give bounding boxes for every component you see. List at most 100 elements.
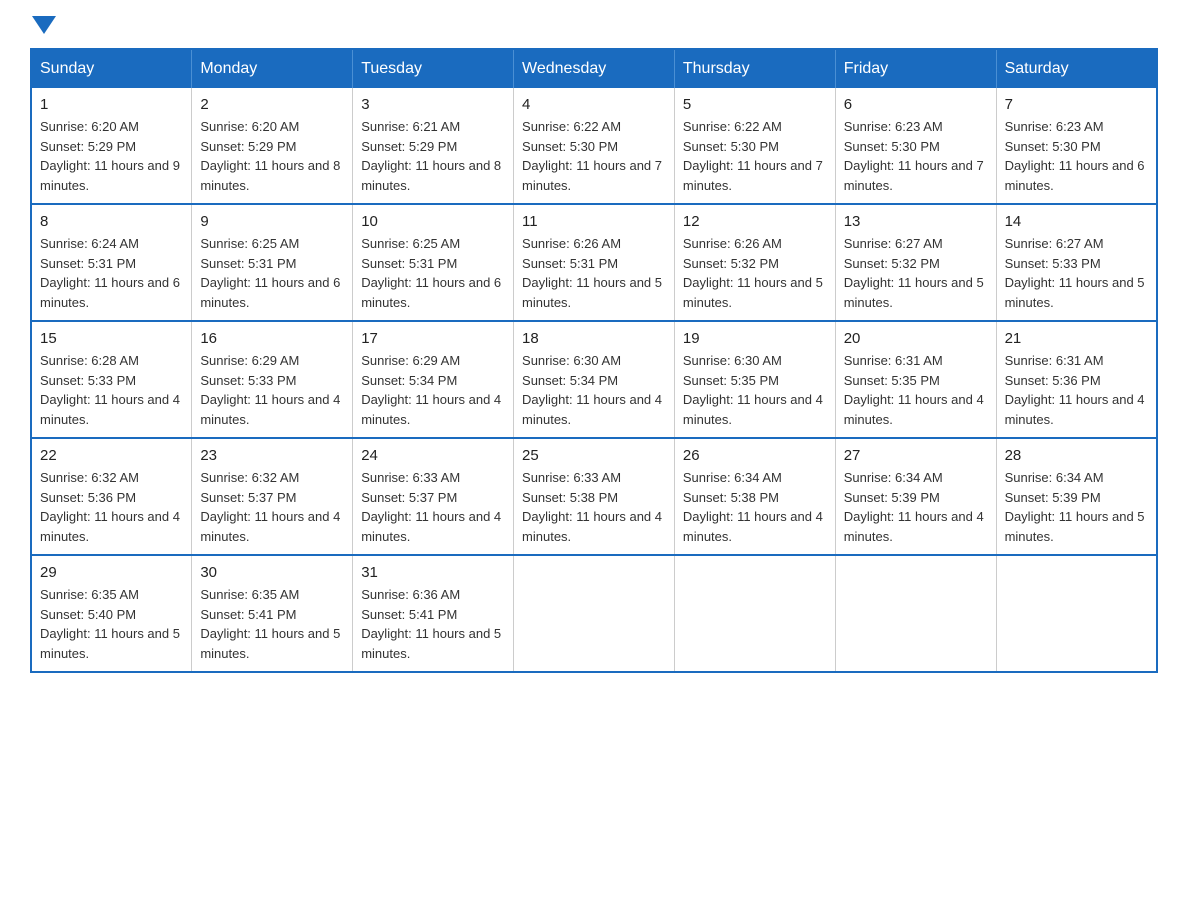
- day-number: 19: [683, 330, 827, 347]
- calendar-cell: 14 Sunrise: 6:27 AM Sunset: 5:33 PM Dayl…: [996, 204, 1157, 321]
- day-number: 12: [683, 213, 827, 230]
- day-info: Sunrise: 6:34 AM Sunset: 5:39 PM Dayligh…: [844, 468, 988, 546]
- calendar-cell: 6 Sunrise: 6:23 AM Sunset: 5:30 PM Dayli…: [835, 88, 996, 204]
- day-info: Sunrise: 6:26 AM Sunset: 5:31 PM Dayligh…: [522, 234, 666, 312]
- day-info: Sunrise: 6:33 AM Sunset: 5:37 PM Dayligh…: [361, 468, 505, 546]
- day-info: Sunrise: 6:30 AM Sunset: 5:34 PM Dayligh…: [522, 351, 666, 429]
- day-number: 16: [200, 330, 344, 347]
- weekday-header-thursday: Thursday: [674, 49, 835, 88]
- calendar-cell: 22 Sunrise: 6:32 AM Sunset: 5:36 PM Dayl…: [31, 438, 192, 555]
- day-info: Sunrise: 6:29 AM Sunset: 5:33 PM Dayligh…: [200, 351, 344, 429]
- calendar-cell: [835, 555, 996, 672]
- calendar-cell: 1 Sunrise: 6:20 AM Sunset: 5:29 PM Dayli…: [31, 88, 192, 204]
- day-info: Sunrise: 6:32 AM Sunset: 5:37 PM Dayligh…: [200, 468, 344, 546]
- calendar-cell: 19 Sunrise: 6:30 AM Sunset: 5:35 PM Dayl…: [674, 321, 835, 438]
- day-info: Sunrise: 6:22 AM Sunset: 5:30 PM Dayligh…: [522, 117, 666, 195]
- day-info: Sunrise: 6:27 AM Sunset: 5:32 PM Dayligh…: [844, 234, 988, 312]
- calendar-week-row: 8 Sunrise: 6:24 AM Sunset: 5:31 PM Dayli…: [31, 204, 1157, 321]
- weekday-header-saturday: Saturday: [996, 49, 1157, 88]
- calendar-cell: 24 Sunrise: 6:33 AM Sunset: 5:37 PM Dayl…: [353, 438, 514, 555]
- calendar-cell: 21 Sunrise: 6:31 AM Sunset: 5:36 PM Dayl…: [996, 321, 1157, 438]
- calendar-cell: 3 Sunrise: 6:21 AM Sunset: 5:29 PM Dayli…: [353, 88, 514, 204]
- calendar-cell: 15 Sunrise: 6:28 AM Sunset: 5:33 PM Dayl…: [31, 321, 192, 438]
- day-number: 31: [361, 564, 505, 581]
- day-number: 6: [844, 96, 988, 113]
- day-number: 10: [361, 213, 505, 230]
- calendar-cell: 4 Sunrise: 6:22 AM Sunset: 5:30 PM Dayli…: [514, 88, 675, 204]
- day-number: 13: [844, 213, 988, 230]
- day-number: 17: [361, 330, 505, 347]
- calendar-cell: [514, 555, 675, 672]
- day-number: 3: [361, 96, 505, 113]
- logo: [30, 20, 56, 28]
- day-info: Sunrise: 6:29 AM Sunset: 5:34 PM Dayligh…: [361, 351, 505, 429]
- day-info: Sunrise: 6:21 AM Sunset: 5:29 PM Dayligh…: [361, 117, 505, 195]
- day-number: 29: [40, 564, 183, 581]
- calendar-week-row: 1 Sunrise: 6:20 AM Sunset: 5:29 PM Dayli…: [31, 88, 1157, 204]
- day-number: 18: [522, 330, 666, 347]
- calendar-cell: 31 Sunrise: 6:36 AM Sunset: 5:41 PM Dayl…: [353, 555, 514, 672]
- day-info: Sunrise: 6:34 AM Sunset: 5:38 PM Dayligh…: [683, 468, 827, 546]
- day-number: 30: [200, 564, 344, 581]
- day-number: 5: [683, 96, 827, 113]
- day-info: Sunrise: 6:24 AM Sunset: 5:31 PM Dayligh…: [40, 234, 183, 312]
- day-info: Sunrise: 6:32 AM Sunset: 5:36 PM Dayligh…: [40, 468, 183, 546]
- day-number: 25: [522, 447, 666, 464]
- weekday-header-wednesday: Wednesday: [514, 49, 675, 88]
- calendar-cell: 9 Sunrise: 6:25 AM Sunset: 5:31 PM Dayli…: [192, 204, 353, 321]
- calendar-cell: 13 Sunrise: 6:27 AM Sunset: 5:32 PM Dayl…: [835, 204, 996, 321]
- calendar-cell: 29 Sunrise: 6:35 AM Sunset: 5:40 PM Dayl…: [31, 555, 192, 672]
- calendar-cell: 8 Sunrise: 6:24 AM Sunset: 5:31 PM Dayli…: [31, 204, 192, 321]
- calendar-cell: 12 Sunrise: 6:26 AM Sunset: 5:32 PM Dayl…: [674, 204, 835, 321]
- day-number: 24: [361, 447, 505, 464]
- day-info: Sunrise: 6:35 AM Sunset: 5:41 PM Dayligh…: [200, 585, 344, 663]
- calendar-week-row: 22 Sunrise: 6:32 AM Sunset: 5:36 PM Dayl…: [31, 438, 1157, 555]
- calendar-cell: 23 Sunrise: 6:32 AM Sunset: 5:37 PM Dayl…: [192, 438, 353, 555]
- calendar-cell: 16 Sunrise: 6:29 AM Sunset: 5:33 PM Dayl…: [192, 321, 353, 438]
- day-number: 14: [1005, 213, 1148, 230]
- day-number: 20: [844, 330, 988, 347]
- calendar-cell: 7 Sunrise: 6:23 AM Sunset: 5:30 PM Dayli…: [996, 88, 1157, 204]
- calendar-week-row: 29 Sunrise: 6:35 AM Sunset: 5:40 PM Dayl…: [31, 555, 1157, 672]
- day-info: Sunrise: 6:20 AM Sunset: 5:29 PM Dayligh…: [200, 117, 344, 195]
- day-info: Sunrise: 6:28 AM Sunset: 5:33 PM Dayligh…: [40, 351, 183, 429]
- day-info: Sunrise: 6:36 AM Sunset: 5:41 PM Dayligh…: [361, 585, 505, 663]
- calendar-cell: 20 Sunrise: 6:31 AM Sunset: 5:35 PM Dayl…: [835, 321, 996, 438]
- page-header: [30, 20, 1158, 28]
- day-number: 26: [683, 447, 827, 464]
- calendar-cell: 17 Sunrise: 6:29 AM Sunset: 5:34 PM Dayl…: [353, 321, 514, 438]
- calendar-cell: 5 Sunrise: 6:22 AM Sunset: 5:30 PM Dayli…: [674, 88, 835, 204]
- day-number: 11: [522, 213, 666, 230]
- day-info: Sunrise: 6:31 AM Sunset: 5:36 PM Dayligh…: [1005, 351, 1148, 429]
- day-number: 4: [522, 96, 666, 113]
- day-info: Sunrise: 6:27 AM Sunset: 5:33 PM Dayligh…: [1005, 234, 1148, 312]
- day-info: Sunrise: 6:33 AM Sunset: 5:38 PM Dayligh…: [522, 468, 666, 546]
- day-info: Sunrise: 6:31 AM Sunset: 5:35 PM Dayligh…: [844, 351, 988, 429]
- day-info: Sunrise: 6:20 AM Sunset: 5:29 PM Dayligh…: [40, 117, 183, 195]
- calendar-cell: 10 Sunrise: 6:25 AM Sunset: 5:31 PM Dayl…: [353, 204, 514, 321]
- calendar-header-row: SundayMondayTuesdayWednesdayThursdayFrid…: [31, 49, 1157, 88]
- day-number: 9: [200, 213, 344, 230]
- calendar-cell: 25 Sunrise: 6:33 AM Sunset: 5:38 PM Dayl…: [514, 438, 675, 555]
- calendar-cell: 27 Sunrise: 6:34 AM Sunset: 5:39 PM Dayl…: [835, 438, 996, 555]
- day-number: 2: [200, 96, 344, 113]
- calendar-cell: [674, 555, 835, 672]
- day-info: Sunrise: 6:30 AM Sunset: 5:35 PM Dayligh…: [683, 351, 827, 429]
- day-info: Sunrise: 6:35 AM Sunset: 5:40 PM Dayligh…: [40, 585, 183, 663]
- calendar-cell: 2 Sunrise: 6:20 AM Sunset: 5:29 PM Dayli…: [192, 88, 353, 204]
- day-number: 15: [40, 330, 183, 347]
- day-info: Sunrise: 6:25 AM Sunset: 5:31 PM Dayligh…: [200, 234, 344, 312]
- weekday-header-tuesday: Tuesday: [353, 49, 514, 88]
- day-info: Sunrise: 6:23 AM Sunset: 5:30 PM Dayligh…: [844, 117, 988, 195]
- day-info: Sunrise: 6:34 AM Sunset: 5:39 PM Dayligh…: [1005, 468, 1148, 546]
- day-info: Sunrise: 6:26 AM Sunset: 5:32 PM Dayligh…: [683, 234, 827, 312]
- calendar-week-row: 15 Sunrise: 6:28 AM Sunset: 5:33 PM Dayl…: [31, 321, 1157, 438]
- calendar-cell: 11 Sunrise: 6:26 AM Sunset: 5:31 PM Dayl…: [514, 204, 675, 321]
- day-number: 27: [844, 447, 988, 464]
- day-number: 28: [1005, 447, 1148, 464]
- day-number: 1: [40, 96, 183, 113]
- day-number: 21: [1005, 330, 1148, 347]
- day-info: Sunrise: 6:23 AM Sunset: 5:30 PM Dayligh…: [1005, 117, 1148, 195]
- day-number: 23: [200, 447, 344, 464]
- weekday-header-sunday: Sunday: [31, 49, 192, 88]
